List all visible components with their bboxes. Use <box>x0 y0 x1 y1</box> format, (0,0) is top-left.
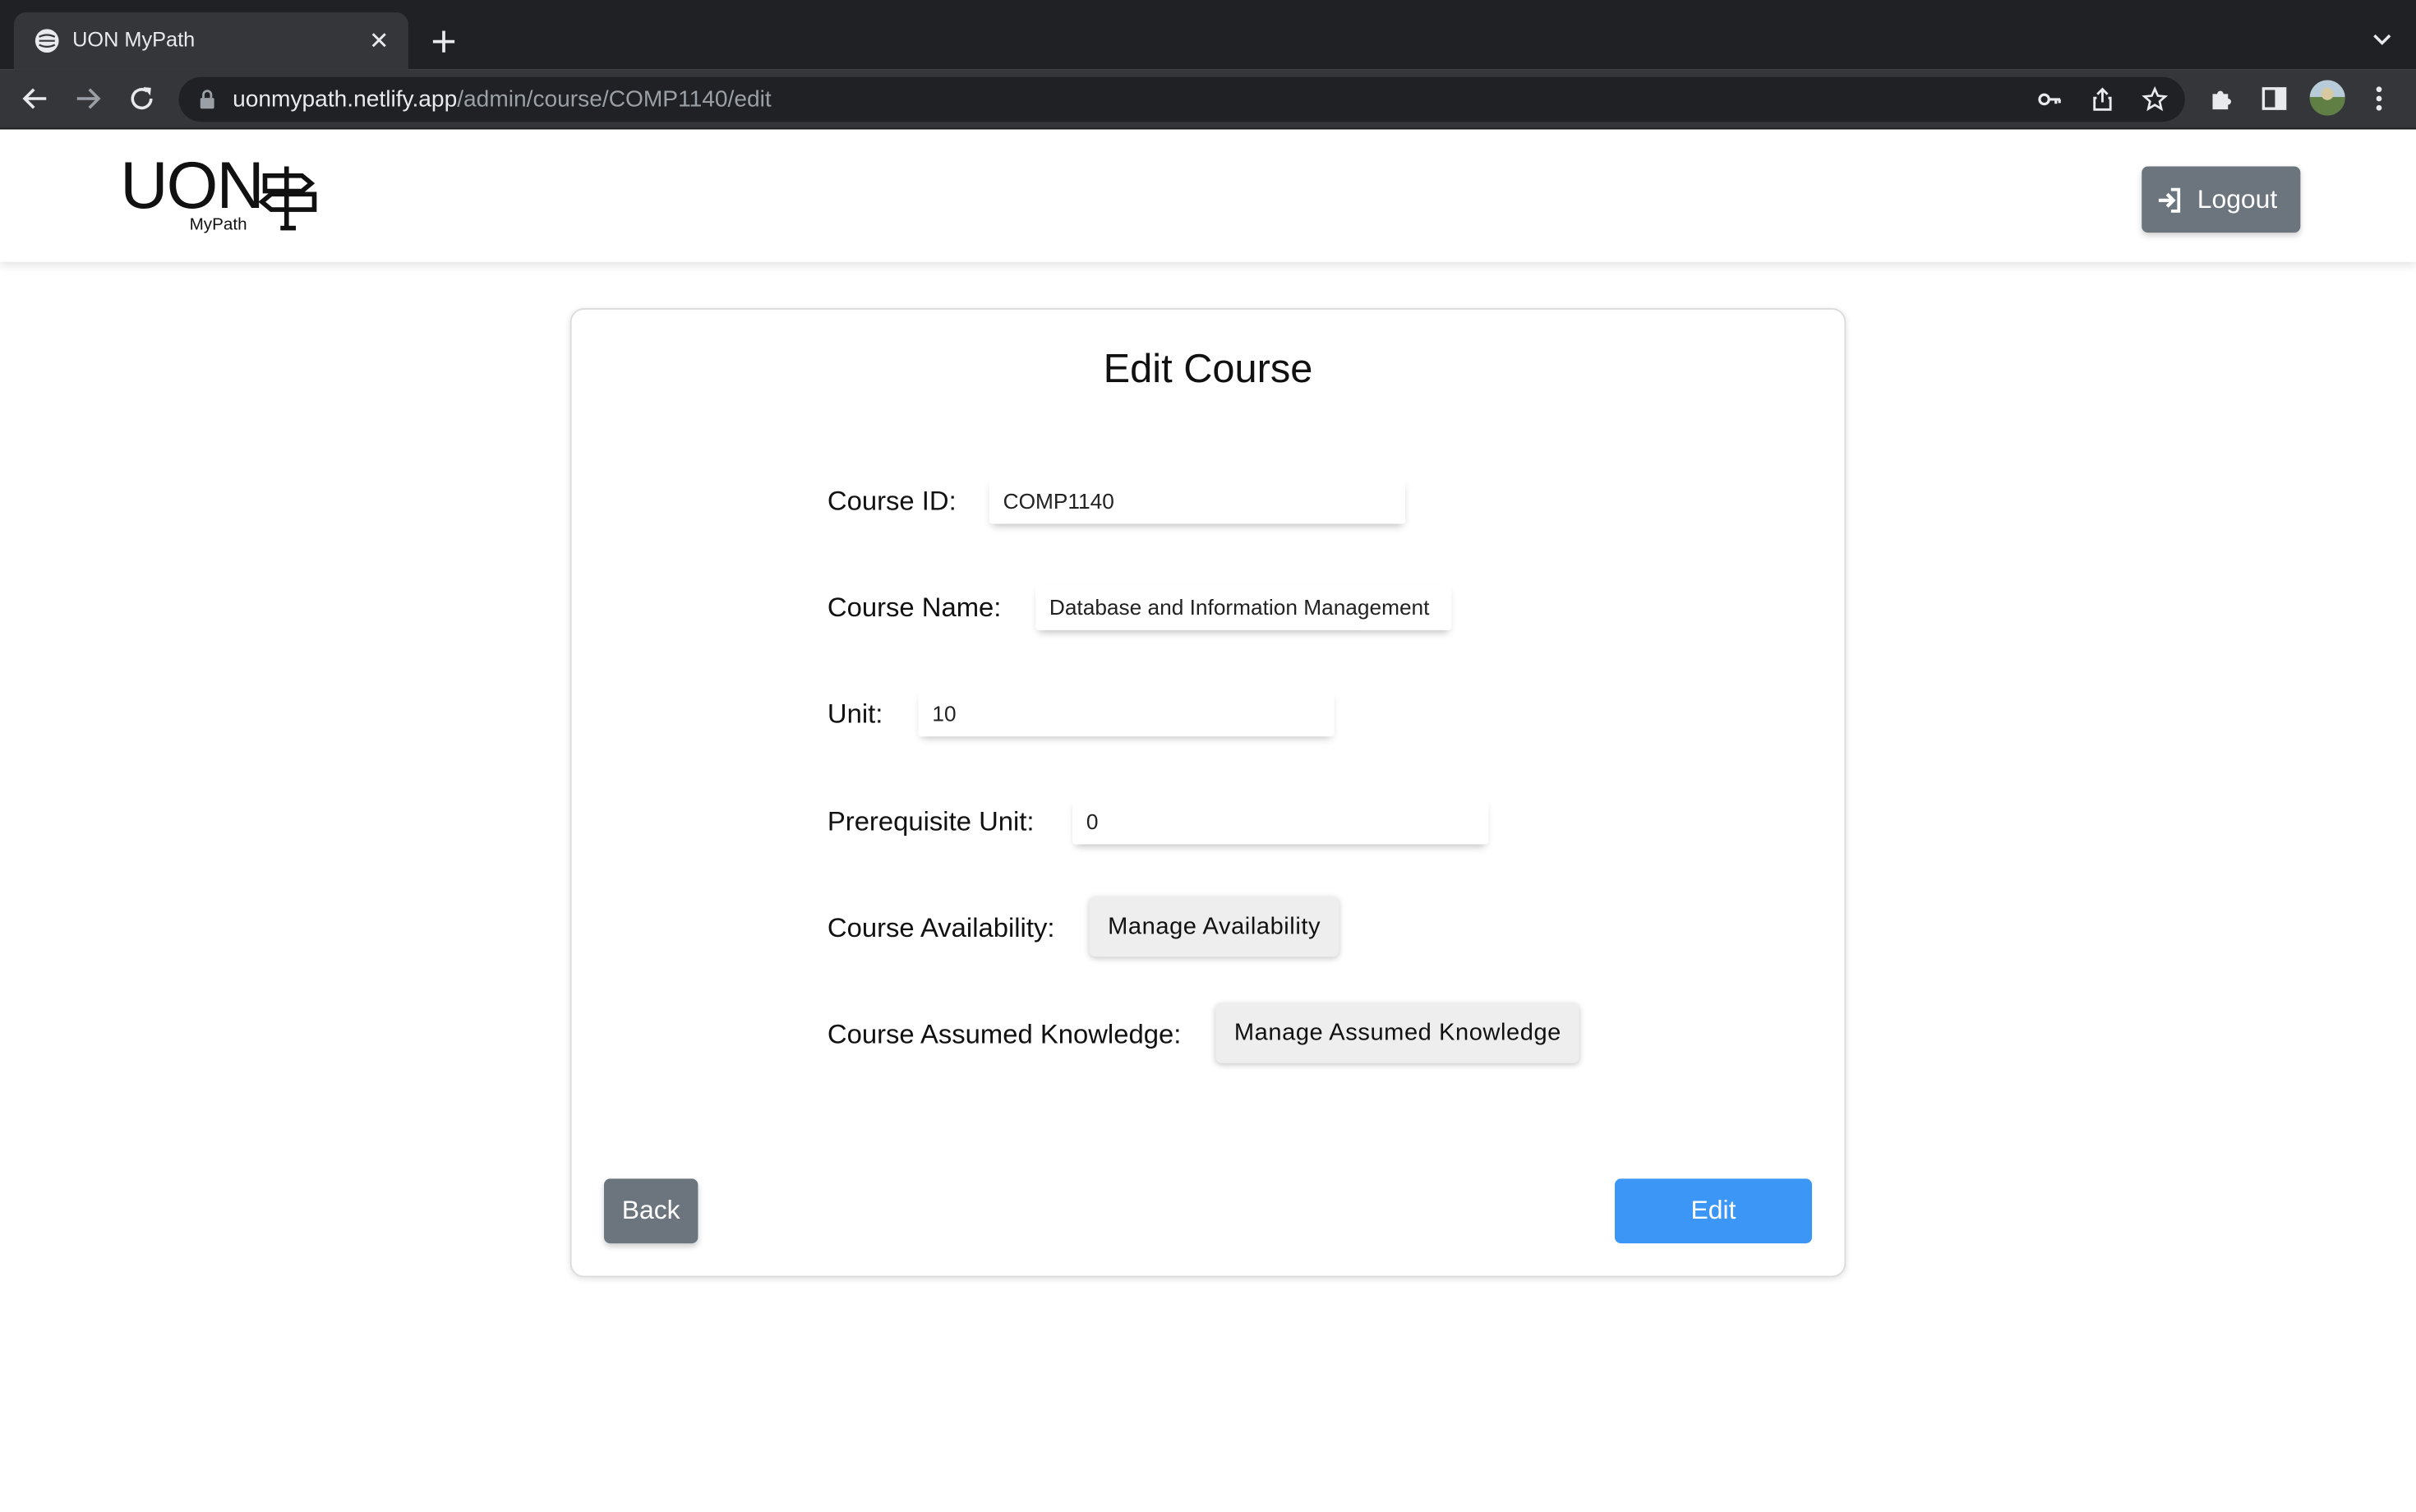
course-id-label: Course ID: <box>827 485 957 517</box>
back-arrow-icon[interactable] <box>20 83 51 114</box>
back-button[interactable]: Back <box>604 1178 699 1244</box>
logout-label: Logout <box>2197 184 2278 214</box>
course-availability-label: Course Availability: <box>827 912 1055 943</box>
chevron-down-icon[interactable] <box>2370 28 2395 53</box>
logo-subtext: MyPath <box>189 215 247 235</box>
edit-button[interactable]: Edit <box>1615 1178 1812 1244</box>
logout-button[interactable]: Logout <box>2142 166 2301 233</box>
sign-in-arrow-icon <box>2158 187 2181 212</box>
key-icon[interactable] <box>2037 86 2063 113</box>
prerequisite-unit-input[interactable]: 0 <box>1072 798 1489 845</box>
course-name-label: Course Name: <box>827 592 1002 623</box>
edit-course-card: Edit Course Course ID: COMP1140 Course N… <box>569 308 1847 1278</box>
more-options-icon[interactable] <box>2367 83 2391 114</box>
browser-tab[interactable]: UON MyPath <box>13 12 408 70</box>
extensions-icon[interactable] <box>2208 85 2236 113</box>
browser-tab-bar: UON MyPath <box>0 0 2416 70</box>
course-name-value: Database and Information Management <box>1049 594 1430 620</box>
uon-mypath-logo[interactable]: UON MyPath <box>120 149 336 240</box>
share-icon[interactable] <box>2090 86 2116 113</box>
url-text: uonmypath.netlify.app/admin/course/COMP1… <box>233 86 772 113</box>
course-assumed-knowledge-label: Course Assumed Knowledge: <box>827 1018 1182 1049</box>
address-bar[interactable]: uonmypath.netlify.app/admin/course/COMP1… <box>178 76 2185 122</box>
unit-value: 10 <box>932 701 957 726</box>
unit-label: Unit: <box>827 698 883 729</box>
url-host: uonmypath.netlify.app <box>233 86 458 113</box>
logo-text: UON <box>120 149 264 224</box>
course-id-value: COMP1140 <box>1003 488 1114 514</box>
url-path: /admin/course/COMP1140/edit <box>457 86 772 113</box>
unit-input[interactable]: 10 <box>918 690 1335 737</box>
prerequisite-unit-label: Prerequisite Unit: <box>827 805 1035 837</box>
lock-icon <box>200 90 214 109</box>
star-icon[interactable] <box>2142 86 2169 113</box>
globe-icon <box>35 29 59 53</box>
manage-assumed-knowledge-button[interactable]: Manage Assumed Knowledge <box>1215 1003 1580 1063</box>
new-tab-icon[interactable] <box>428 26 459 58</box>
profile-avatar[interactable] <box>2309 80 2345 116</box>
manage-availability-button[interactable]: Manage Availability <box>1089 897 1339 957</box>
close-icon[interactable] <box>365 26 393 54</box>
prerequisite-unit-value: 0 <box>1086 809 1099 834</box>
side-panel-icon[interactable] <box>2261 85 2289 113</box>
reload-icon[interactable] <box>127 83 158 114</box>
forward-arrow-icon[interactable] <box>72 83 104 114</box>
course-id-input[interactable]: COMP1140 <box>989 477 1405 524</box>
app-header: UON MyPath <box>0 129 2416 262</box>
tab-title: UON MyPath <box>72 27 196 51</box>
page-title: Edit Course <box>1103 345 1313 392</box>
course-name-input[interactable]: Database and Information Management <box>1035 583 1452 630</box>
browser-toolbar: uonmypath.netlify.app/admin/course/COMP1… <box>0 69 2416 130</box>
signpost-icon <box>258 166 317 231</box>
